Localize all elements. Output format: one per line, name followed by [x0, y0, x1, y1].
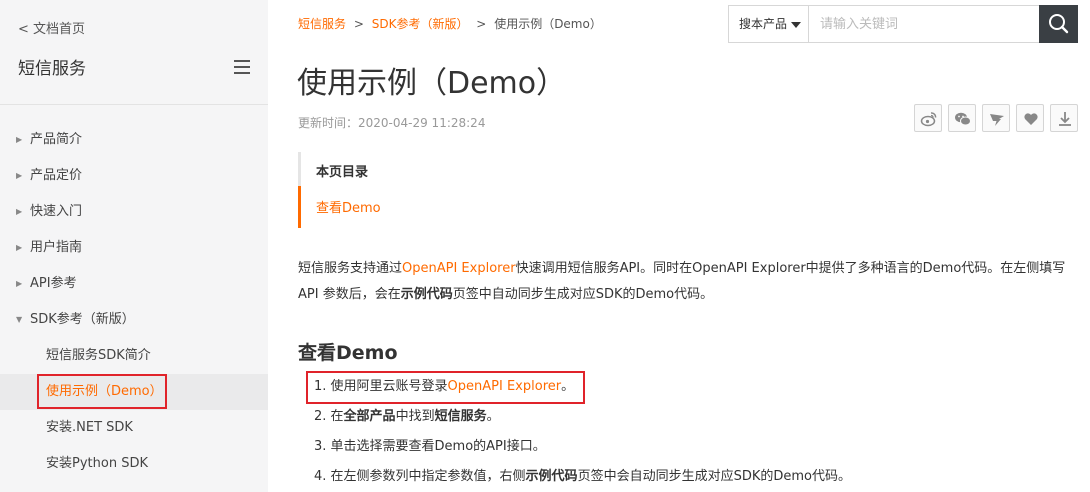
sidebar-item-label: 产品定价 [30, 168, 83, 183]
intro-text: 短信服务支持通过 [298, 261, 403, 276]
sidebar-subitem-label: 安装.NET SDK [46, 420, 133, 435]
caret-right-icon: ▶ [16, 243, 23, 252]
sidebar-item-label: 快速入门 [30, 204, 83, 219]
sidebar-subitem-label: 安装Python SDK [46, 456, 148, 471]
sidebar-subitem-sdk-intro[interactable]: 短信服务SDK简介 [0, 338, 268, 374]
breadcrumb-current: 使用示例（Demo） [494, 17, 602, 31]
menu-icon[interactable] [234, 60, 250, 74]
step-bold-text: 示例代码 [525, 469, 578, 484]
section-title: 查看Demo [298, 342, 398, 364]
step-text: 中找到 [395, 409, 435, 424]
sidebar-item-user-guide[interactable]: ▶ 用户指南 [0, 230, 268, 266]
step-text: 2. 在 [314, 409, 344, 424]
step-item: 4. 在左侧参数列中指定参数值，右侧示例代码页签中会自动同步生成对应SDK的De… [314, 467, 851, 487]
search-icon [1049, 14, 1069, 34]
caret-right-icon: ▶ [16, 171, 23, 180]
toc-bar [298, 152, 301, 188]
step-bold-text: 全部产品 [343, 409, 396, 424]
sidebar-item-sdk-reference[interactable]: ▼ SDK参考（新版） [0, 302, 268, 338]
sidebar-item-pricing[interactable]: ▶ 产品定价 [0, 158, 268, 194]
sidebar-item-quick-start[interactable]: ▶ 快速入门 [0, 194, 268, 230]
intro-text: 页签中自动同步生成对应SDK的Demo代码。 [452, 287, 714, 302]
step-bold-text: 短信服务 [434, 409, 487, 424]
search-button[interactable] [1039, 5, 1078, 43]
page-toc: 本页目录 查看Demo [298, 152, 698, 228]
sidebar: < 文档首页 短信服务 ▶ 产品简介 ▶ 产品定价 ▶ 快速入门 ▶ 用户指南 … [0, 0, 268, 492]
toc-link-view-demo[interactable]: 查看Demo [316, 197, 381, 216]
search-scope-dropdown[interactable]: 搜本产品 [729, 6, 809, 42]
caret-down-icon: ▼ [16, 315, 23, 324]
sidebar-item-api-reference[interactable]: ▶ API参考 [0, 266, 268, 302]
weibo-icon[interactable] [914, 104, 942, 132]
sidebar-subitem-label: 短信服务SDK简介 [46, 348, 151, 363]
dingtalk-icon[interactable] [982, 104, 1010, 132]
breadcrumb-separator: > [476, 17, 487, 31]
highlight-box [306, 371, 585, 404]
caret-right-icon: ▶ [16, 135, 23, 144]
highlight-box [37, 374, 167, 409]
breadcrumb-link-sdk[interactable]: SDK参考（新版） [372, 17, 469, 31]
toc-active-indicator [298, 186, 301, 228]
breadcrumb-link-sms[interactable]: 短信服务 [298, 17, 346, 31]
step-text: 4. 在左侧参数列中指定参数值，右侧 [314, 469, 526, 484]
sidebar-item-label: SDK参考（新版） [30, 312, 135, 327]
caret-right-icon: ▶ [16, 207, 23, 216]
step-text: 3. 单击选择需要查看Demo的API接口。 [314, 439, 546, 454]
search-bar: 搜本产品 [728, 5, 1078, 43]
sidebar-item-label: API参考 [30, 276, 77, 291]
dropdown-arrow-icon [791, 22, 801, 28]
intro-bold-text: 示例代码 [400, 287, 453, 302]
sidebar-divider [0, 104, 268, 105]
sidebar-item-label: 用户指南 [30, 240, 83, 255]
step-text: 页签中会自动同步生成对应SDK的Demo代码。 [577, 469, 851, 484]
intro-paragraph: 短信服务支持通过OpenAPI Explorer快速调用短信服务API。同时在O… [298, 256, 1078, 308]
search-input[interactable] [810, 6, 1039, 42]
step-item: 3. 单击选择需要查看Demo的API接口。 [314, 437, 546, 457]
like-icon[interactable] [1016, 104, 1044, 132]
sidebar-subitem-install-python[interactable]: 安装Python SDK [0, 446, 268, 482]
caret-right-icon: ▶ [16, 279, 23, 288]
toc-title: 本页目录 [316, 165, 369, 180]
update-time: 更新时间：2020-04-29 11:28:24 [298, 116, 486, 130]
step-item: 2. 在全部产品中找到短信服务。 [314, 407, 500, 427]
sidebar-item-product-intro[interactable]: ▶ 产品简介 [0, 122, 268, 158]
breadcrumb-separator: > [353, 17, 364, 31]
sidebar-item-label: 产品简介 [30, 132, 83, 147]
page-title: 使用示例（Demo） [297, 66, 567, 101]
download-icon[interactable] [1050, 104, 1078, 132]
step-text: 。 [486, 409, 500, 424]
search-scope-label: 搜本产品 [739, 17, 788, 31]
breadcrumb: 短信服务 > SDK参考（新版） > 使用示例（Demo） [298, 15, 602, 32]
openapi-explorer-link[interactable]: OpenAPI Explorer [402, 261, 516, 276]
sidebar-title: 短信服务 [18, 59, 86, 79]
sidebar-subitem-install-dotnet[interactable]: 安装.NET SDK [0, 410, 268, 446]
wechat-icon[interactable] [948, 104, 976, 132]
back-to-docs-link[interactable]: < 文档首页 [18, 18, 85, 37]
